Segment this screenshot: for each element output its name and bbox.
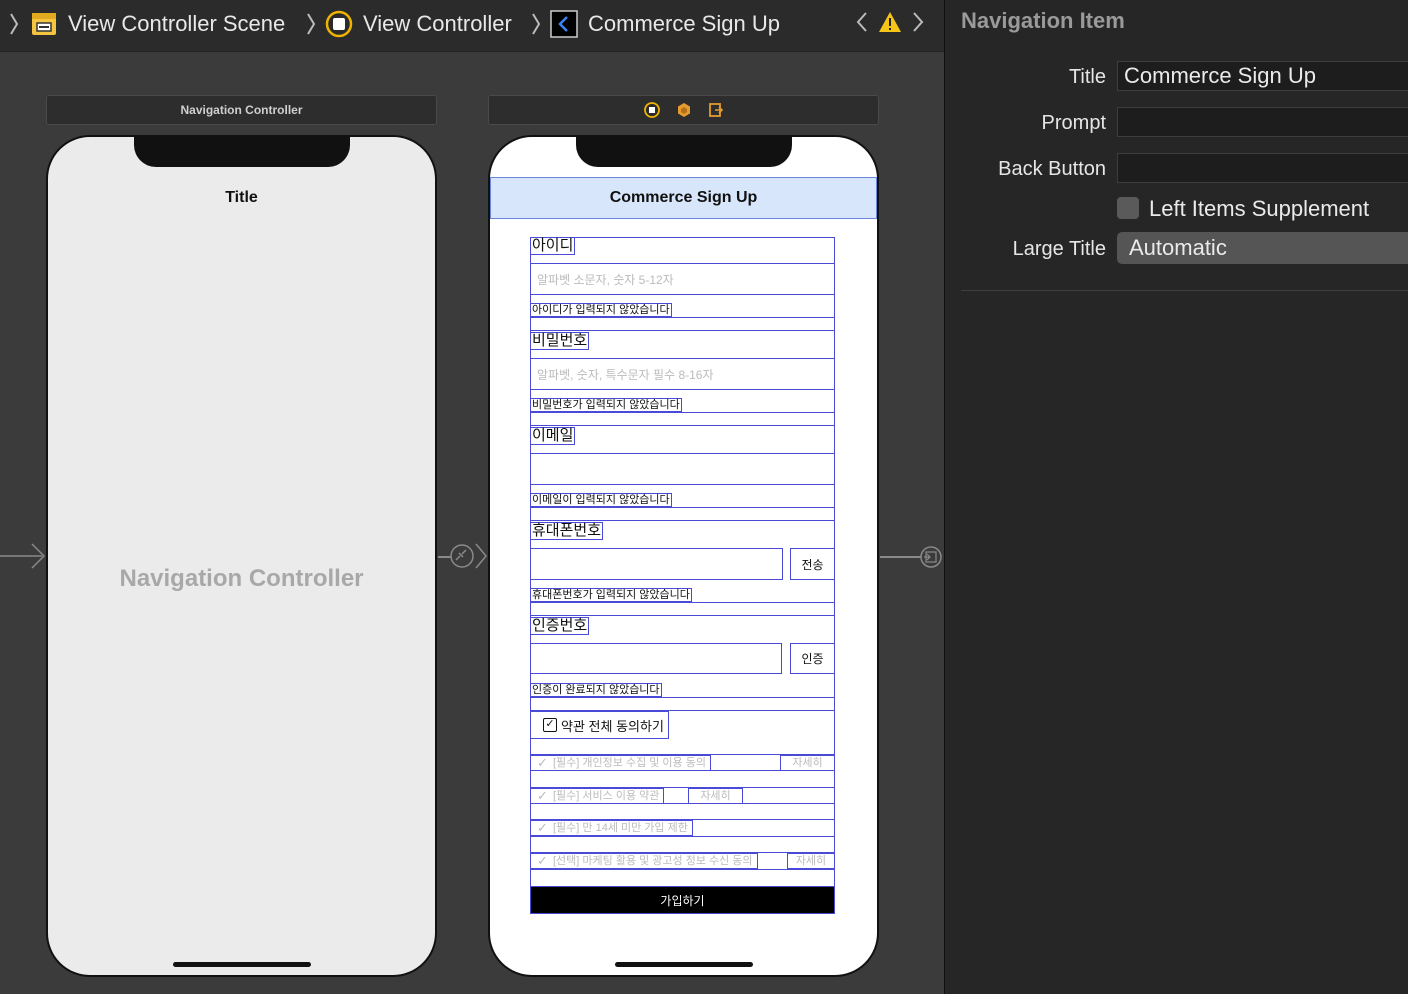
checkmark-icon: ✓ [537, 788, 548, 803]
send-code-button[interactable]: 전송 [790, 548, 835, 580]
navigation-item-icon [550, 10, 578, 38]
prompt-field-label: Prompt [1041, 112, 1106, 134]
checkbox-checked-icon: ✓ [543, 718, 557, 732]
left-items-supplement-checkbox[interactable] [1117, 197, 1139, 219]
email-label: 이메일 [530, 427, 576, 445]
large-title-popup[interactable]: Automatic [1117, 232, 1408, 264]
email-error-label: 이메일이 입력되지 않았습니다 [530, 493, 672, 507]
unwind-connector-icon[interactable] [918, 545, 944, 569]
device-notch [575, 137, 792, 167]
large-title-value: Automatic [1129, 235, 1227, 260]
attributes-inspector: Navigation Item Title Commerce Sign Up P… [944, 0, 1408, 994]
terms-privacy-checkbox[interactable]: ✓ [필수] 개인정보 수집 및 이용 동의 [530, 755, 711, 771]
checkmark-icon: ✓ [537, 755, 548, 770]
inspector-divider [961, 290, 1408, 291]
code-label: 인증번호 [530, 617, 590, 635]
segue-line [880, 556, 922, 558]
checkmark-icon: ✓ [537, 853, 548, 868]
chevron-right-icon [530, 8, 542, 40]
password-error-label: 비밀번호가 입력되지 않았습니다 [530, 398, 682, 412]
navigation-bar[interactable]: Commerce Sign Up [490, 177, 877, 219]
device-notch [133, 137, 350, 167]
chevron-left-icon[interactable] [854, 8, 870, 36]
first-responder-icon[interactable] [676, 102, 692, 118]
prompt-text-field[interactable] [1117, 107, 1408, 137]
warning-icon[interactable] [878, 10, 902, 34]
phone-text-field[interactable] [530, 548, 783, 580]
breadcrumb-navigation-item[interactable]: Commerce Sign Up [550, 0, 780, 48]
spacer [530, 317, 835, 331]
terms-service-detail-button[interactable]: 자세히 [688, 788, 743, 804]
view-controller-scene-dock[interactable] [488, 95, 879, 125]
nav-controller-device[interactable]: Title Navigation Controller [46, 135, 437, 977]
terms-age-label: [필수] 만 14세 미만 가입 제한 [553, 822, 688, 834]
title-field-label: Title [1068, 66, 1106, 88]
home-indicator [614, 962, 753, 967]
back-button-field-label: Back Button [998, 158, 1106, 180]
id-text-field[interactable]: 알파벳 소문자, 숫자 5-12자 [530, 263, 835, 295]
password-text-field[interactable]: 알파벳, 숫자, 특수문자 필수 8-16자 [530, 358, 835, 390]
spacer [530, 697, 835, 711]
xcode-window: View Controller Scene View Controller Co… [0, 0, 1408, 994]
left-items-supplement-label: Left Items Supplement [1149, 196, 1370, 221]
code-text-field[interactable] [530, 643, 782, 674]
password-label: 비밀번호 [530, 332, 590, 350]
nav-controller-scene-dock[interactable]: Navigation Controller [46, 95, 437, 125]
phone-error-label: 휴대폰번호가 입력되지 않았습니다 [530, 588, 692, 602]
view-controller-device[interactable]: Commerce Sign Up 아이디 알파벳 소문자, 숫자 5-12자 아… [488, 135, 879, 977]
verify-code-button[interactable]: 인증 [790, 643, 835, 674]
view-controller-icon[interactable] [643, 102, 660, 118]
nav-controller-scene-label: Navigation Controller [180, 103, 303, 117]
id-placeholder: 알파벳 소문자, 숫자 5-12자 [537, 273, 674, 287]
home-indicator [172, 962, 311, 967]
terms-marketing-label: [선택] 마케팅 활용 및 광고성 정보 수신 동의 [553, 855, 753, 867]
phone-label: 휴대폰번호 [530, 522, 604, 540]
terms-service-label: [필수] 서비스 이용 약관 [553, 790, 660, 802]
breadcrumb-scene[interactable]: View Controller Scene [30, 0, 285, 48]
agree-all-label: 약관 전체 동의하기 [561, 718, 664, 734]
chevron-right-icon [8, 8, 20, 40]
id-error-label: 아이디가 입력되지 않았습니다 [530, 303, 672, 317]
spacer [530, 412, 835, 426]
title-text-field[interactable]: Commerce Sign Up [1117, 61, 1408, 91]
breadcrumb-view-controller[interactable]: View Controller [325, 0, 512, 48]
terms-age-checkbox[interactable]: ✓ [필수] 만 14세 미만 가입 제한 [530, 820, 693, 836]
terms-privacy-detail-button[interactable]: 자세히 [780, 755, 835, 771]
scene-icon [30, 10, 58, 38]
password-placeholder: 알파벳, 숫자, 특수문자 필수 8-16자 [537, 368, 714, 382]
spacer [530, 507, 835, 521]
signup-button[interactable]: 가입하기 [530, 886, 835, 914]
breadcrumb-view-controller-label: View Controller [363, 11, 512, 36]
jump-bar: View Controller Scene View Controller Co… [0, 0, 944, 52]
nav-controller-title: Title [225, 189, 258, 206]
nav-controller-placeholder: Navigation Controller [119, 565, 364, 592]
relationship-segue-icon[interactable] [448, 541, 488, 571]
large-title-label: Large Title [1012, 238, 1106, 260]
title-field-value: Commerce Sign Up [1124, 63, 1316, 88]
inspector-section-title: Navigation Item [961, 8, 1125, 33]
spacer [530, 602, 835, 616]
chevron-right-icon [305, 8, 317, 40]
breadcrumb-scene-label: View Controller Scene [68, 11, 286, 36]
issue-navigator [854, 8, 926, 36]
code-error-label: 인증이 완료되지 않았습니다 [530, 683, 662, 697]
terms-privacy-label: [필수] 개인정보 수집 및 이용 동의 [553, 757, 706, 769]
terms-marketing-checkbox[interactable]: ✓ [선택] 마케팅 활용 및 광고성 정보 수신 동의 [530, 853, 758, 869]
navigation-bar-title: Commerce Sign Up [609, 189, 758, 206]
exit-icon[interactable] [708, 102, 724, 118]
breadcrumb-navigation-item-label: Commerce Sign Up [588, 11, 780, 36]
agree-all-checkbox[interactable]: ✓ 약관 전체 동의하기 [530, 711, 669, 739]
back-button-text-field[interactable] [1117, 153, 1408, 183]
email-text-field[interactable] [530, 453, 835, 485]
terms-service-checkbox[interactable]: ✓ [필수] 서비스 이용 약관 [530, 788, 665, 804]
id-label: 아이디 [530, 237, 576, 255]
terms-marketing-detail-button[interactable]: 자세히 [787, 853, 835, 869]
view-controller-icon [325, 10, 353, 38]
entry-point-arrow-icon [0, 543, 46, 569]
chevron-right-icon[interactable] [910, 8, 926, 36]
checkmark-icon: ✓ [537, 820, 548, 835]
storyboard-canvas[interactable]: Navigation Controller Title Navigation C… [0, 53, 944, 994]
